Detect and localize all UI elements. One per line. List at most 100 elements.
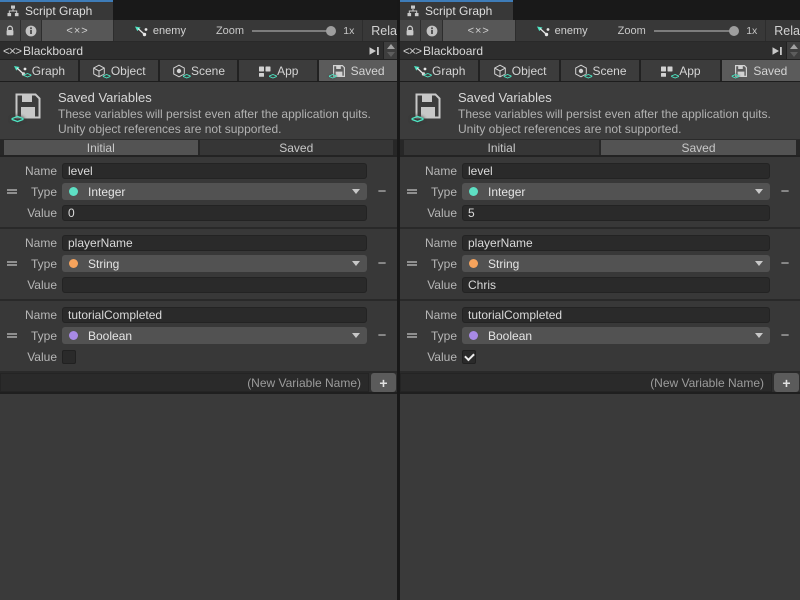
vs-badge-icon: <> [103,73,110,81]
drag-handle-icon[interactable] [7,333,17,338]
dock-panel-icon[interactable] [365,46,383,56]
relations-button[interactable]: Rela [766,24,800,38]
graph-name: enemy [153,25,186,37]
tab-well: Script Graph [400,0,800,20]
remove-variable-button[interactable]: − [370,327,394,345]
add-variable-button[interactable]: + [371,373,396,392]
remove-variable-button[interactable]: − [773,255,797,273]
remove-variable-button[interactable]: − [773,327,797,345]
variable-value-input[interactable] [62,277,367,293]
tab-script-graph[interactable]: Script Graph [400,0,513,20]
scroll-up-icon[interactable] [387,44,395,49]
variable-name-input[interactable] [462,163,770,179]
tab-saved[interactable]: <> Saved [722,60,800,81]
object-tab-icon: <> [493,64,507,78]
variable-row-level: Name Type Integer − Value [400,157,800,229]
variable-name-input[interactable] [62,307,367,323]
new-variable-row: + [400,373,800,394]
drag-handle-icon[interactable] [7,189,17,194]
scroll-up-icon[interactable] [790,44,798,49]
section-description-line2: Unity object references are not supporte… [58,122,371,137]
type-dropdown[interactable]: String [62,255,367,272]
connector-visibility-button[interactable]: <×> [42,20,114,41]
tab-saved[interactable]: <> Saved [319,60,397,81]
drag-handle-icon[interactable] [407,189,417,194]
tab-saved-values[interactable]: Saved [601,140,796,155]
info-button[interactable] [421,20,442,41]
variable-name-input[interactable] [62,235,367,251]
dock-panel-icon[interactable] [768,46,786,56]
value-label: Value [0,350,57,364]
tab-object[interactable]: <> Object [480,60,558,81]
variable-name-input[interactable] [62,163,367,179]
info-button[interactable] [21,20,42,41]
new-variable-name-input[interactable] [0,373,369,392]
blackboard-title: Blackboard [423,44,483,58]
saved-variables-icon: <> [413,91,443,121]
type-dropdown[interactable]: String [462,255,770,272]
type-dropdown[interactable]: Integer [462,183,770,200]
graph-breadcrumb[interactable]: enemy [134,20,186,41]
new-variable-name-input[interactable] [400,373,772,392]
boolean-value-checkbox[interactable] [62,350,76,364]
type-dropdown[interactable]: Integer [62,183,367,200]
vs-badge-icon: <> [23,72,30,80]
variable-name-input[interactable] [462,235,770,251]
tab-scene[interactable]: <> Scene [561,60,639,81]
blackboard-header: <×> Blackboard [0,42,397,60]
variables-list: Name Type Integer − Value Name Type Stri… [0,157,397,373]
drag-handle-icon[interactable] [407,261,417,266]
zoom-slider[interactable] [252,20,336,41]
scene-tab-icon: <> [574,64,588,78]
graph-canvas-empty[interactable] [0,394,397,600]
lock-button[interactable] [0,20,21,41]
add-variable-button[interactable]: + [774,373,799,392]
value-mode-tabs: Initial Saved [400,140,800,157]
drag-handle-icon[interactable] [407,333,417,338]
variable-row-tutorialCompleted: Name Type Boolean − Value [400,301,800,373]
scroll-down-icon[interactable] [790,52,798,57]
graph-canvas-empty[interactable] [400,394,800,600]
scroll-down-icon[interactable] [387,52,395,57]
graph-breadcrumb[interactable]: enemy [536,20,588,41]
remove-variable-button[interactable]: − [370,183,394,201]
tab-graph[interactable]: <> Graph [400,60,478,81]
variable-value-input[interactable] [462,205,770,221]
section-description-line2: Unity object references are not supporte… [458,122,771,137]
scroll-arrows[interactable] [786,42,800,59]
variable-value-input[interactable] [462,277,770,293]
type-color-dot [69,187,78,196]
remove-variable-button[interactable]: − [370,255,394,273]
tab-object[interactable]: <> Object [80,60,158,81]
tab-app[interactable]: <> App [239,60,317,81]
variable-name-input[interactable] [462,307,770,323]
value-label: Value [400,206,457,220]
connector-symbol: <×> [66,25,88,37]
variable-row-playerName: Name Type String − Value [0,229,397,301]
tab-scene[interactable]: <> Scene [160,60,238,81]
type-dropdown[interactable]: Boolean [62,327,367,344]
drag-handle-icon[interactable] [7,261,17,266]
tab-saved-values[interactable]: Saved [200,140,394,155]
slider-track [252,30,332,32]
vs-badge-icon: <> [329,73,336,81]
remove-variable-button[interactable]: − [773,183,797,201]
connector-visibility-button[interactable]: <×> [443,20,516,41]
blackboard-icon: <×> [403,44,421,58]
slider-handle[interactable] [326,26,336,36]
variable-value-input[interactable] [62,205,367,221]
tab-initial[interactable]: Initial [4,140,198,155]
saved-tab-icon: <> [734,64,748,78]
tab-graph[interactable]: <> Graph [0,60,78,81]
type-color-dot [469,259,478,268]
relations-button[interactable]: Rela [363,24,397,38]
type-dropdown[interactable]: Boolean [462,327,770,344]
boolean-value-checkbox[interactable] [462,350,476,364]
tab-script-graph[interactable]: Script Graph [0,0,113,20]
scroll-arrows[interactable] [383,42,397,59]
lock-button[interactable] [400,20,421,41]
zoom-slider[interactable] [654,20,739,41]
slider-handle[interactable] [729,26,739,36]
tab-initial[interactable]: Initial [404,140,599,155]
tab-app[interactable]: <> App [641,60,719,81]
